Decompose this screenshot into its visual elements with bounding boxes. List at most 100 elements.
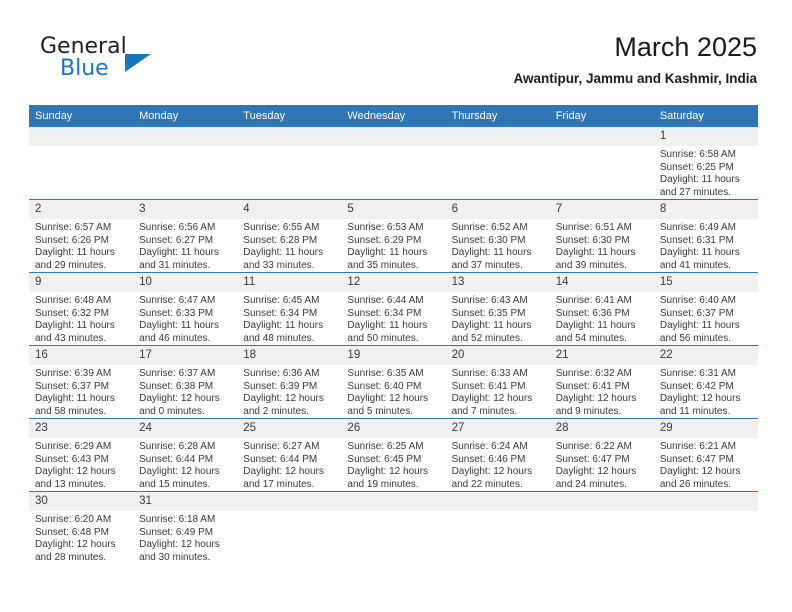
calendar-day-cell[interactable]: 1 Sunrise: 6:58 AM Sunset: 6:25 PM Daylight… <box>653 127 758 200</box>
daylight-duration-line2: and 41 minutes. <box>659 259 732 271</box>
daylight-duration-line1: Daylight: 12 hours <box>139 393 220 404</box>
sunrise-sunset-calendar: Sunday Monday Tuesday Wednesday Thursday… <box>29 105 758 564</box>
day-number: 13 <box>445 273 550 292</box>
calendar-day-cell-empty <box>549 127 654 200</box>
sunrise-time: Sunrise: 6:53 AM <box>347 222 424 233</box>
sunrise-time: Sunrise: 6:47 AM <box>139 295 216 306</box>
calendar-day-cell[interactable]: 15 Sunrise: 6:40 AM Sunset: 6:37 PM Dayligh… <box>653 272 758 346</box>
calendar-day-cell[interactable]: 25 Sunrise: 6:27 AM Sunset: 6:44 PM Dayligh… <box>237 418 342 492</box>
daylight-duration-line1: Daylight: 11 hours <box>35 247 115 258</box>
day-number: 18 <box>237 346 342 365</box>
calendar-day-cell[interactable]: 19 Sunrise: 6:35 AM Sunset: 6:40 PM Dayligh… <box>341 345 446 419</box>
calendar-day-cell[interactable]: 30 Sunrise: 6:20 AM Sunset: 6:48 PM Dayligh… <box>29 491 134 564</box>
day-number: 8 <box>653 200 758 219</box>
day-details: Sunrise: 6:21 AM Sunset: 6:47 PM Daylight:… <box>654 438 758 491</box>
day-details: Sunrise: 6:53 AM Sunset: 6:29 PM Daylight:… <box>341 219 445 272</box>
day-number: 30 <box>29 492 134 511</box>
calendar-day-cell[interactable]: 8 Sunrise: 6:49 AM Sunset: 6:31 PM Daylight… <box>653 199 758 273</box>
calendar-day-cell[interactable]: 3 Sunrise: 6:56 AM Sunset: 6:27 PM Daylight… <box>133 199 238 273</box>
calendar-week-row: 9 Sunrise: 6:48 AM Sunset: 6:32 PM Daylight… <box>29 272 758 346</box>
calendar-day-cell[interactable]: 4 Sunrise: 6:55 AM Sunset: 6:28 PM Daylight… <box>237 199 342 273</box>
calendar-day-cell[interactable]: 21 Sunrise: 6:32 AM Sunset: 6:41 PM Dayligh… <box>549 345 654 419</box>
calendar-day-cell[interactable]: 26 Sunrise: 6:25 AM Sunset: 6:45 PM Dayligh… <box>341 418 446 492</box>
calendar-day-cell[interactable]: 14 Sunrise: 6:41 AM Sunset: 6:36 PM Dayligh… <box>549 272 654 346</box>
daylight-duration-line1: Daylight: 12 hours <box>35 466 116 477</box>
daylight-duration-line2: and 31 minutes. <box>139 259 211 271</box>
day-number <box>549 492 654 511</box>
weekday-header-sunday: Sunday <box>29 105 134 127</box>
calendar-day-cell[interactable]: 22 Sunrise: 6:31 AM Sunset: 6:42 PM Dayligh… <box>653 345 758 419</box>
daylight-duration-line2: and 48 minutes. <box>243 332 315 344</box>
day-number: 27 <box>445 419 550 438</box>
sunset-time: Sunset: 6:38 PM <box>139 380 214 392</box>
daylight-duration-line1: Daylight: 11 hours <box>555 320 636 331</box>
sunset-time: Sunset: 6:30 PM <box>451 234 526 246</box>
calendar-day-cell[interactable]: 31 Sunrise: 6:18 AM Sunset: 6:49 PM Dayligh… <box>133 491 238 564</box>
calendar-week-row: 23 Sunrise: 6:29 AM Sunset: 6:43 PM Dayligh… <box>29 418 758 492</box>
sunrise-time: Sunrise: 6:40 AM <box>659 295 736 306</box>
calendar-day-cell[interactable]: 20 Sunrise: 6:33 AM Sunset: 6:41 PM Dayligh… <box>445 345 550 419</box>
sunset-time: Sunset: 6:39 PM <box>243 380 318 392</box>
weekday-header-monday: Monday <box>133 105 238 127</box>
calendar-day-cell[interactable]: 29 Sunrise: 6:21 AM Sunset: 6:47 PM Dayligh… <box>653 418 758 492</box>
sunset-time: Sunset: 6:44 PM <box>243 453 318 465</box>
sunrise-time: Sunrise: 6:56 AM <box>139 222 216 233</box>
daylight-duration-line1: Daylight: 11 hours <box>451 247 532 258</box>
sunset-time: Sunset: 6:34 PM <box>243 307 318 319</box>
daylight-duration-line2: and 39 minutes. <box>555 259 627 271</box>
daylight-duration-line1: Daylight: 12 hours <box>451 393 533 404</box>
calendar-day-cell[interactable]: 11 Sunrise: 6:45 AM Sunset: 6:34 PM Dayligh… <box>237 272 342 346</box>
calendar-day-cell[interactable]: 17 Sunrise: 6:37 AM Sunset: 6:38 PM Dayligh… <box>133 345 238 419</box>
daylight-duration-line1: Daylight: 11 hours <box>243 247 324 258</box>
sunrise-time: Sunrise: 6:45 AM <box>243 295 320 306</box>
calendar-day-cell-empty <box>549 491 654 564</box>
day-details: Sunrise: 6:18 AM Sunset: 6:49 PM Daylight:… <box>133 511 237 564</box>
calendar-day-cell[interactable]: 28 Sunrise: 6:22 AM Sunset: 6:47 PM Dayligh… <box>549 418 654 492</box>
day-details: Sunrise: 6:44 AM Sunset: 6:34 PM Daylight:… <box>341 292 445 345</box>
daylight-duration-line2: and 30 minutes. <box>139 551 211 563</box>
daylight-duration-line1: Daylight: 11 hours <box>35 320 115 331</box>
day-number: 29 <box>653 419 758 438</box>
daylight-duration-line2: and 7 minutes. <box>451 405 518 417</box>
calendar-day-cell[interactable]: 27 Sunrise: 6:24 AM Sunset: 6:46 PM Dayligh… <box>445 418 550 492</box>
calendar-day-cell-empty <box>445 127 550 200</box>
calendar-day-cell[interactable]: 9 Sunrise: 6:48 AM Sunset: 6:32 PM Daylight… <box>29 272 134 346</box>
day-details: Sunrise: 6:27 AM Sunset: 6:44 PM Daylight:… <box>237 438 341 491</box>
day-details: Sunrise: 6:48 AM Sunset: 6:32 PM Daylight:… <box>29 292 133 345</box>
calendar-day-cell[interactable]: 24 Sunrise: 6:28 AM Sunset: 6:44 PM Dayligh… <box>133 418 238 492</box>
sunrise-time: Sunrise: 6:52 AM <box>451 222 528 233</box>
day-details: Sunrise: 6:56 AM Sunset: 6:27 PM Daylight:… <box>133 219 237 272</box>
calendar-day-cell[interactable]: 13 Sunrise: 6:43 AM Sunset: 6:35 PM Dayligh… <box>445 272 550 346</box>
daylight-duration-line1: Daylight: 11 hours <box>555 247 636 258</box>
calendar-day-cell[interactable]: 6 Sunrise: 6:52 AM Sunset: 6:30 PM Daylight… <box>445 199 550 273</box>
calendar-day-cell-empty <box>341 491 446 564</box>
daylight-duration-line1: Daylight: 11 hours <box>139 247 219 258</box>
calendar-day-cell[interactable]: 18 Sunrise: 6:36 AM Sunset: 6:39 PM Dayligh… <box>237 345 342 419</box>
calendar-day-cell[interactable]: 10 Sunrise: 6:47 AM Sunset: 6:33 PM Dayligh… <box>133 272 238 346</box>
sunrise-time: Sunrise: 6:44 AM <box>347 295 424 306</box>
daylight-duration-line2: and 22 minutes. <box>451 478 523 490</box>
sunrise-time: Sunrise: 6:57 AM <box>35 222 112 233</box>
sunrise-time: Sunrise: 6:39 AM <box>35 368 112 379</box>
weekday-header-tuesday: Tuesday <box>237 105 342 127</box>
day-details: Sunrise: 6:32 AM Sunset: 6:41 PM Daylight:… <box>550 365 654 418</box>
calendar-day-cell[interactable]: 5 Sunrise: 6:53 AM Sunset: 6:29 PM Daylight… <box>341 199 446 273</box>
day-details: Sunrise: 6:58 AM Sunset: 6:25 PM Daylight:… <box>654 146 758 199</box>
general-blue-logo[interactable]: General Blue <box>29 34 249 90</box>
daylight-duration-line1: Daylight: 12 hours <box>243 466 324 477</box>
day-number: 14 <box>549 273 654 292</box>
calendar-day-cell[interactable]: 23 Sunrise: 6:29 AM Sunset: 6:43 PM Dayligh… <box>29 418 134 492</box>
page-subtitle: Awantipur, Jammu and Kashmir, India <box>513 71 757 86</box>
daylight-duration-line1: Daylight: 12 hours <box>35 539 116 550</box>
calendar-day-cell[interactable]: 7 Sunrise: 6:51 AM Sunset: 6:30 PM Daylight… <box>549 199 654 273</box>
day-details: Sunrise: 6:41 AM Sunset: 6:36 PM Daylight:… <box>550 292 654 345</box>
calendar-day-cell[interactable]: 2 Sunrise: 6:57 AM Sunset: 6:26 PM Daylight… <box>29 199 134 273</box>
sunrise-time: Sunrise: 6:21 AM <box>659 441 736 452</box>
calendar-day-cell[interactable]: 12 Sunrise: 6:44 AM Sunset: 6:34 PM Dayligh… <box>341 272 446 346</box>
sunset-time: Sunset: 6:47 PM <box>659 453 734 465</box>
sunrise-time: Sunrise: 6:29 AM <box>35 441 112 452</box>
calendar-day-cell[interactable]: 16 Sunrise: 6:39 AM Sunset: 6:37 PM Dayligh… <box>29 345 134 419</box>
day-details: Sunrise: 6:51 AM Sunset: 6:30 PM Daylight:… <box>550 219 654 272</box>
day-details: Sunrise: 6:29 AM Sunset: 6:43 PM Daylight:… <box>29 438 133 491</box>
calendar-week-row: 30 Sunrise: 6:20 AM Sunset: 6:48 PM Dayligh… <box>29 491 758 564</box>
